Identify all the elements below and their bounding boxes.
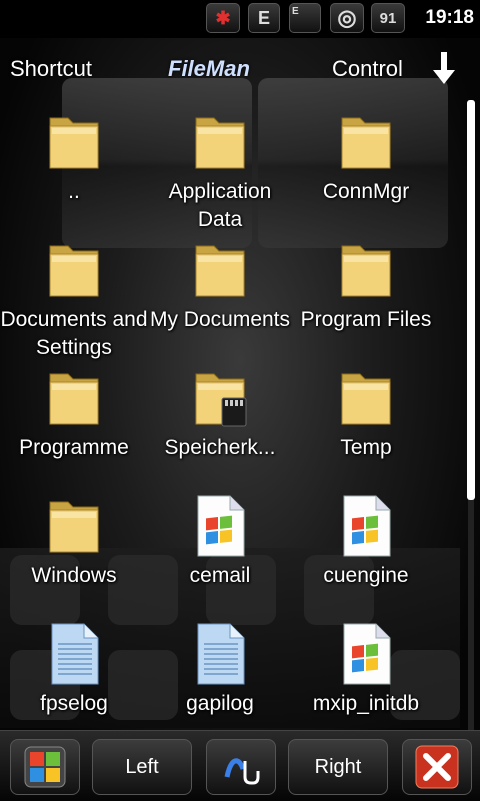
file-label: My Documents [149, 308, 291, 331]
file-item[interactable]: Windows [0, 488, 148, 616]
signal-letter: E [292, 6, 299, 17]
signal-icon[interactable]: E [289, 3, 321, 33]
windows-file-icon [197, 495, 245, 557]
file-item[interactable]: Speicherk... [146, 360, 294, 488]
file-item[interactable]: cemail [146, 488, 294, 616]
network-e-icon[interactable]: E [248, 3, 280, 33]
bottom-toolbar: Left Right [0, 730, 480, 801]
file-label: .. [68, 180, 80, 203]
file-label: Program Files [300, 308, 432, 331]
left-button[interactable]: Left [92, 739, 192, 795]
folder-icon [341, 373, 391, 425]
folder-icon [341, 117, 391, 169]
folder-icon [49, 117, 99, 169]
file-label: Temp [340, 436, 392, 459]
file-item[interactable]: Application Data [146, 104, 294, 232]
folder-icon [49, 501, 99, 553]
file-item[interactable]: gapilog [146, 616, 294, 744]
folder-icon [49, 373, 99, 425]
file-label: Programme [19, 436, 129, 459]
windows-file-icon [343, 623, 391, 685]
menu-shortcut[interactable]: Shortcut [10, 56, 92, 82]
folder-icon [195, 245, 245, 297]
file-label: Speicherk... [164, 436, 276, 459]
file-item[interactable]: Programme [0, 360, 148, 488]
left-button-label: Left [125, 755, 159, 778]
right-button-label: Right [314, 755, 362, 778]
file-label: mxip_initdb [312, 692, 420, 715]
folder-icon [195, 117, 245, 169]
windows-logo-icon [24, 746, 66, 788]
windows-file-icon [343, 495, 391, 557]
file-label: ConnMgr [322, 180, 410, 203]
close-icon [415, 745, 459, 789]
file-item[interactable]: Documents and Settings [0, 232, 148, 360]
file-grid: .. Application Data ConnMgr Documents an… [0, 100, 460, 730]
battery-icon[interactable]: 91 [371, 3, 405, 33]
menu-control[interactable]: Control [332, 56, 403, 82]
file-item[interactable]: .. [0, 104, 148, 232]
folder-icon [49, 245, 99, 297]
file-label: cemail [189, 564, 251, 587]
down-arrow-icon[interactable] [430, 50, 458, 86]
file-item[interactable]: mxip_initdb [292, 616, 440, 744]
file-item[interactable]: My Documents [146, 232, 294, 360]
text-file-icon [197, 623, 245, 685]
file-item[interactable]: ConnMgr [292, 104, 440, 232]
file-label: Application Data [168, 180, 272, 231]
media-disc-icon[interactable]: ◎ [330, 3, 364, 33]
bluetooth-icon[interactable]: ✱ [206, 3, 240, 33]
gesture-button[interactable] [206, 739, 276, 795]
menu-bar: Shortcut FileMan Control [0, 44, 480, 94]
file-label: Documents and Settings [0, 308, 148, 359]
text-file-icon [51, 623, 99, 685]
folder-icon [341, 245, 391, 297]
file-label: fpselog [40, 692, 108, 715]
start-button[interactable] [10, 739, 80, 795]
file-item[interactable]: cuengine [292, 488, 440, 616]
touch-gesture-icon [224, 758, 260, 785]
file-label: cuengine [323, 564, 409, 587]
file-label: Windows [31, 564, 117, 587]
right-button[interactable]: Right [288, 739, 388, 795]
status-bar: ✱ E E ◎ 91 19:18 [0, 0, 480, 38]
file-item[interactable]: fpselog [0, 616, 148, 744]
menu-fileman[interactable]: FileMan [168, 56, 250, 82]
storage-card-icon [195, 373, 247, 427]
clock-time[interactable]: 19:18 [425, 7, 474, 29]
file-label: gapilog [186, 692, 254, 715]
file-item[interactable]: Temp [292, 360, 440, 488]
file-item[interactable]: Program Files [292, 232, 440, 360]
close-button[interactable] [402, 739, 472, 795]
scrollbar-thumb[interactable] [467, 100, 475, 500]
